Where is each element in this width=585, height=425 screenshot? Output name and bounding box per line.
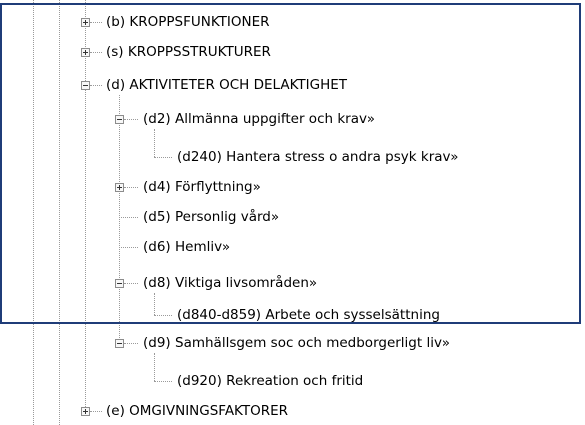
tree-guide-line	[90, 52, 102, 53]
node-label: OMGIVNINGSFAKTORER	[129, 403, 289, 419]
tree-guide-line	[90, 411, 102, 412]
node-code: (d920)	[177, 373, 222, 389]
expand-toggle[interactable]	[81, 18, 90, 27]
node-label: Arbete och sysselsättning	[265, 307, 440, 323]
collapse-toggle[interactable]	[115, 339, 124, 348]
node-label: Förflyttning»	[175, 179, 261, 195]
tree-guide-line	[119, 247, 138, 248]
tree-node-d840-d859[interactable]: (d840-d859) Arbete och sysselsättning	[177, 305, 440, 325]
node-code: (s)	[106, 44, 124, 60]
node-label: AKTIVITETER OCH DELAKTIGHET	[129, 77, 348, 93]
expand-toggle[interactable]	[81, 48, 90, 57]
tree-node-d[interactable]: (d) AKTIVITETER OCH DELAKTIGHET	[106, 75, 347, 95]
node-code: (d9)	[143, 335, 171, 351]
node-label: Hantera stress o andra psyk krav»	[226, 149, 459, 165]
tree-node-d2[interactable]: (d2) Allmänna uppgifter och krav»	[143, 109, 375, 129]
tree-node-d5[interactable]: (d5) Personlig vård»	[143, 207, 279, 227]
tree-guide-line	[124, 283, 138, 284]
node-code: (d5)	[143, 209, 171, 225]
tree-guide-line	[33, 0, 34, 425]
tree-guide-line	[154, 129, 155, 157]
node-label: Hemliv»	[175, 239, 231, 255]
tree-guide-line	[124, 187, 138, 188]
node-label: Personlig vård»	[175, 209, 280, 225]
tree-node-d920[interactable]: (d920) Rekreation och fritid	[177, 371, 363, 391]
tree-node-s[interactable]: (s) KROPPSSTRUKTURER	[106, 42, 271, 62]
tree-guide-line	[154, 381, 172, 382]
node-code: (d)	[106, 77, 126, 93]
tree-guide-line	[124, 119, 138, 120]
tree-node-d4[interactable]: (d4) Förflyttning»	[143, 177, 261, 197]
tree-guide-line	[85, 0, 86, 411]
node-label: Allmänna uppgifter och krav»	[175, 111, 375, 127]
tree-node-d240[interactable]: (d240) Hantera stress o andra psyk krav»	[177, 147, 459, 167]
tree-guide-line	[154, 315, 172, 316]
expand-toggle[interactable]	[81, 407, 90, 416]
tree-guide-line	[90, 85, 102, 86]
node-label: Rekreation och fritid	[226, 373, 364, 389]
tree-guide-line	[124, 343, 138, 344]
collapse-toggle[interactable]	[81, 81, 90, 90]
tree-guide-line	[119, 95, 120, 346]
tree-guide-line	[119, 217, 138, 218]
node-code: (d240)	[177, 149, 222, 165]
collapse-toggle[interactable]	[115, 279, 124, 288]
tree-node-d6[interactable]: (d6) Hemliv»	[143, 237, 230, 257]
tree-node-d9[interactable]: (d9) Samhällsgem soc och medborgerligt l…	[143, 333, 450, 353]
node-label: KROPPSFUNKTIONER	[129, 14, 270, 30]
tree-guide-line	[154, 293, 155, 315]
collapse-toggle[interactable]	[115, 115, 124, 124]
tree-guide-line	[90, 22, 102, 23]
tree-view: (b) KROPPSFUNKTIONER (s) KROPPSSTRUKTURE…	[0, 0, 585, 425]
tree-guide-line	[154, 353, 155, 381]
node-code: (d6)	[143, 239, 171, 255]
tree-node-b[interactable]: (b) KROPPSFUNKTIONER	[106, 12, 270, 32]
node-code: (d2)	[143, 111, 171, 127]
expand-toggle[interactable]	[115, 183, 124, 192]
tree-node-d8[interactable]: (d8) Viktiga livsområden»	[143, 273, 317, 293]
tree-guide-line	[59, 0, 60, 425]
node-code: (e)	[106, 403, 125, 419]
node-code: (d8)	[143, 275, 171, 291]
tree-node-e[interactable]: (e) OMGIVNINGSFAKTORER	[106, 401, 288, 421]
node-label: KROPPSSTRUKTURER	[127, 44, 271, 60]
node-code: (b)	[106, 14, 126, 30]
tree-guide-line	[154, 157, 172, 158]
node-code: (d840-d859)	[177, 307, 262, 323]
node-label: Viktiga livsområden»	[175, 275, 318, 291]
node-label: Samhällsgem soc och medborgerligt liv»	[175, 335, 450, 351]
node-code: (d4)	[143, 179, 171, 195]
